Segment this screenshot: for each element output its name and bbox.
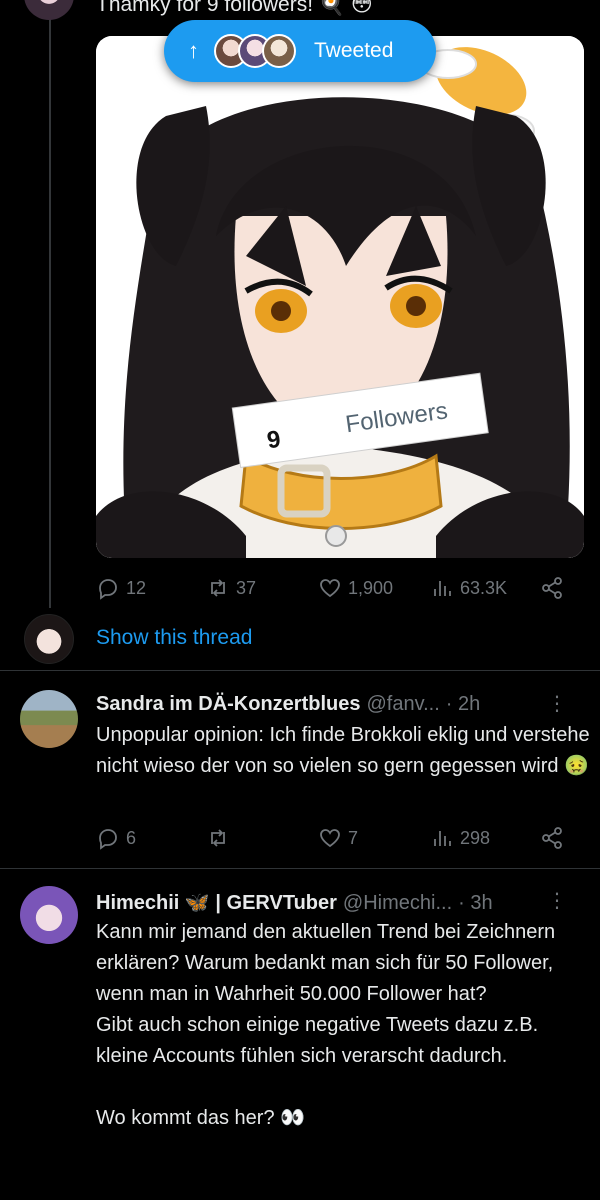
like-button[interactable]: 7 [318,826,358,850]
tweet-actions: 6 7 298 [96,826,576,854]
user-handle[interactable]: @Himechi... [343,892,452,915]
reply-count: 12 [126,577,147,598]
thread-line [49,0,51,608]
like-count: 7 [348,827,359,848]
avatar[interactable] [20,886,78,944]
reply-button[interactable]: 6 [96,826,136,850]
divider [0,670,600,671]
share-button[interactable] [540,576,564,600]
display-name[interactable]: Himechii 🦋 | GERVTuber [96,890,337,915]
tweet-time[interactable]: · 2h [446,693,480,716]
tweet-text: Thamky for 9 followers! 🍳 😳 [96,0,373,16]
more-icon[interactable]: ⋮ [547,888,567,913]
tweeted-label: Tweeted [314,39,394,62]
like-count: 1,900 [348,577,394,598]
avatar[interactable] [24,614,74,664]
views-count: 63.3K [460,577,508,598]
avatar[interactable] [24,0,74,20]
share-icon [542,827,562,849]
like-button[interactable]: 1,900 [318,576,393,600]
more-icon[interactable]: ⋮ [547,691,567,716]
tweet-text: Kann mir jemand den aktuellen Trend bei … [96,921,556,1129]
tweet-header: Sandra im DÄ-Konzertblues @fanv... · 2h … [96,691,567,716]
tweet-time[interactable]: · 3h [458,892,492,915]
tweet-header: Himechii 🦋 | GERVTuber @Himechi... · 3h … [96,888,567,915]
views-button[interactable]: 63.3K [430,576,507,600]
tweet-actions: 12 37 1,900 63.3K [96,576,576,604]
retweet-button[interactable]: 37 [206,576,256,600]
retweet-button[interactable] [206,826,236,850]
views-icon [434,581,451,596]
views-button[interactable]: 298 [430,826,490,850]
views-icon [434,831,451,846]
share-button[interactable] [540,826,564,850]
reply-count: 6 [126,827,137,848]
user-handle[interactable]: @fanv... [366,693,439,716]
retweet-count: 37 [236,577,257,598]
pill-avatars [214,34,296,68]
reply-button[interactable]: 12 [96,576,146,600]
retweet-icon [211,579,225,597]
share-icon [542,577,562,599]
heart-icon [320,579,340,598]
reply-icon [99,579,117,600]
tweeted-pill[interactable]: ↑ Tweeted [164,20,436,82]
divider [0,868,600,869]
tweet-text: Unpopular opinion: Ich finde Brokkoli ek… [96,724,590,777]
tweet-image[interactable]: 9 Followers [96,36,584,558]
avatar[interactable] [20,690,78,748]
retweet-icon [211,829,225,847]
avatar [262,34,296,68]
heart-icon [320,829,340,848]
reply-icon [99,829,117,850]
arrow-up-icon: ↑ [188,38,199,63]
display-name[interactable]: Sandra im DÄ-Konzertblues [96,693,360,716]
views-count: 298 [460,827,491,848]
show-thread-link[interactable]: Show this thread [96,626,252,650]
